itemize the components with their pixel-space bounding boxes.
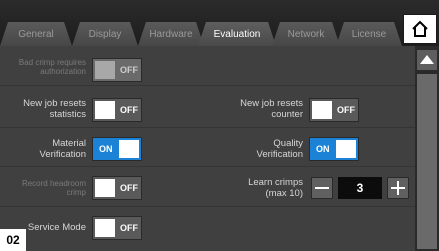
toggle-knob bbox=[95, 101, 115, 119]
quality-verification-toggle[interactable]: ON bbox=[309, 137, 359, 161]
toggle-state: OFF bbox=[120, 223, 138, 233]
material-verification-label: Material Verification bbox=[39, 138, 86, 160]
tab-label: Hardware bbox=[149, 28, 193, 40]
divider bbox=[0, 85, 415, 86]
tab-label: Evaluation bbox=[213, 28, 261, 40]
new-job-counter-label: New job resets counter bbox=[240, 98, 303, 120]
tab-label: Display bbox=[88, 28, 122, 40]
settings-panel: Bad crimp requires authorization OFF New… bbox=[0, 46, 415, 251]
minus-icon bbox=[315, 187, 329, 189]
new-job-stats-toggle[interactable]: OFF bbox=[92, 98, 142, 122]
bad-crimp-label: Bad crimp requires authorization bbox=[18, 58, 86, 76]
toggle-knob bbox=[336, 140, 356, 158]
tab-label: License bbox=[351, 28, 387, 40]
toggle-knob bbox=[119, 140, 139, 158]
learn-crimps-stepper: 3 bbox=[311, 177, 411, 199]
toggle-state: OFF bbox=[120, 105, 138, 115]
tab-hardware[interactable]: Hardware bbox=[138, 22, 204, 46]
plus-icon bbox=[391, 181, 405, 195]
toggle-knob bbox=[95, 61, 115, 79]
toggle-state: ON bbox=[316, 144, 330, 154]
toggle-state: OFF bbox=[337, 105, 355, 115]
tab-network[interactable]: Network bbox=[272, 22, 340, 46]
divider bbox=[0, 127, 415, 128]
tab-display[interactable]: Display bbox=[72, 22, 138, 46]
material-verification-toggle[interactable]: ON bbox=[92, 137, 142, 161]
scrollbar[interactable] bbox=[415, 46, 439, 251]
record-headroom-label: Record headroom crimp bbox=[21, 179, 86, 197]
toggle-knob bbox=[95, 219, 115, 237]
new-job-stats-label: New job resets statistics bbox=[23, 98, 86, 120]
divider bbox=[0, 166, 415, 167]
toggle-knob bbox=[95, 179, 115, 197]
tab-label: General bbox=[18, 28, 54, 40]
record-headroom-toggle[interactable]: OFF bbox=[92, 176, 142, 200]
increment-button[interactable] bbox=[387, 177, 409, 199]
new-job-counter-toggle[interactable]: OFF bbox=[309, 98, 359, 122]
tab-license[interactable]: License bbox=[336, 22, 402, 46]
decrement-button[interactable] bbox=[311, 177, 333, 199]
tab-bar: General Display Hardware Evaluation Netw… bbox=[0, 0, 439, 46]
scroll-thumb[interactable] bbox=[417, 74, 437, 249]
tab-evaluation[interactable]: Evaluation bbox=[198, 22, 276, 46]
toggle-state: OFF bbox=[120, 183, 138, 193]
toggle-state: OFF bbox=[120, 65, 138, 75]
home-button[interactable] bbox=[403, 14, 437, 44]
scroll-up-button[interactable] bbox=[417, 50, 437, 70]
home-icon bbox=[412, 20, 428, 37]
learn-crimps-label: Learn crimps (max 10) bbox=[248, 177, 303, 199]
tab-general[interactable]: General bbox=[0, 22, 72, 46]
toggle-knob bbox=[312, 101, 332, 119]
triangle-up-icon bbox=[420, 55, 434, 64]
divider bbox=[0, 206, 415, 207]
bad-crimp-toggle[interactable]: OFF bbox=[92, 58, 142, 82]
toggle-state: ON bbox=[99, 144, 113, 154]
tab-label: Network bbox=[287, 28, 325, 40]
quality-verification-label: Quality Verification bbox=[256, 138, 303, 160]
figure-badge: 02 bbox=[0, 229, 26, 251]
learn-crimps-value[interactable]: 3 bbox=[338, 177, 382, 199]
service-mode-toggle[interactable]: OFF bbox=[92, 216, 142, 240]
